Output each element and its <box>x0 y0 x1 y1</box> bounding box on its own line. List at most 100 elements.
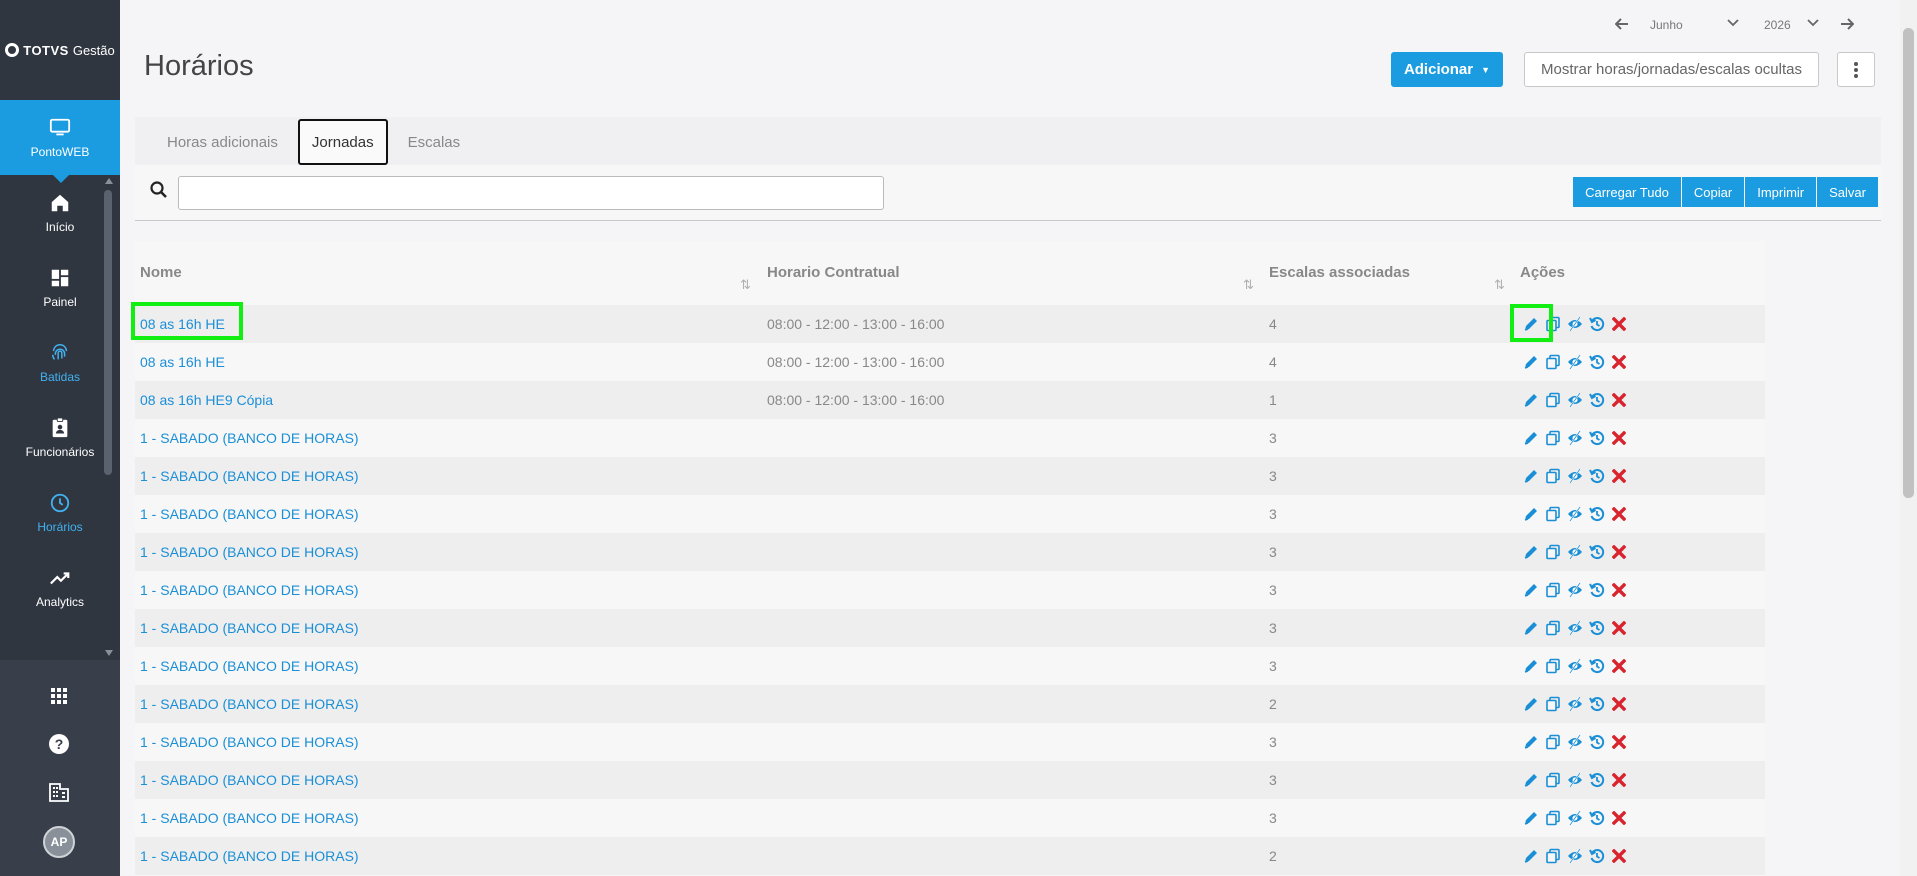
hide-icon[interactable] <box>1566 809 1584 827</box>
history-icon[interactable] <box>1588 581 1606 599</box>
copy-icon[interactable] <box>1544 847 1562 865</box>
sort-icon[interactable]: ⇅ <box>1243 277 1254 293</box>
sidebar-item-funcionarios[interactable]: Funcionários <box>0 400 120 475</box>
copy-icon[interactable] <box>1544 543 1562 561</box>
history-icon[interactable] <box>1588 467 1606 485</box>
copy-icon[interactable] <box>1544 505 1562 523</box>
apps-grid-icon[interactable] <box>48 685 70 707</box>
more-options-button[interactable] <box>1837 52 1875 87</box>
copy-icon[interactable] <box>1544 657 1562 675</box>
hide-icon[interactable] <box>1566 733 1584 751</box>
delete-icon[interactable] <box>1610 809 1628 827</box>
tab-jornadas[interactable]: Jornadas <box>297 119 388 165</box>
edit-icon[interactable] <box>1522 809 1540 827</box>
jornada-name-link[interactable]: 1 - SABADO (BANCO DE HORAS) <box>140 723 359 761</box>
history-icon[interactable] <box>1588 771 1606 789</box>
history-icon[interactable] <box>1588 429 1606 447</box>
next-month-arrow-icon[interactable] <box>1840 18 1854 30</box>
jornada-name-link[interactable]: 1 - SABADO (BANCO DE HORAS) <box>140 609 359 647</box>
edit-icon[interactable] <box>1522 771 1540 789</box>
copy-icon[interactable] <box>1544 353 1562 371</box>
delete-icon[interactable] <box>1610 619 1628 637</box>
hide-icon[interactable] <box>1566 429 1584 447</box>
column-header-nome[interactable]: Nome <box>140 264 182 281</box>
copy-icon[interactable] <box>1544 429 1562 447</box>
history-icon[interactable] <box>1588 695 1606 713</box>
history-icon[interactable] <box>1588 733 1606 751</box>
delete-icon[interactable] <box>1610 543 1628 561</box>
hide-icon[interactable] <box>1566 391 1584 409</box>
hide-icon[interactable] <box>1566 695 1584 713</box>
sort-icon[interactable]: ⇅ <box>1494 277 1505 293</box>
hide-icon[interactable] <box>1566 467 1584 485</box>
month-select[interactable]: Junho <box>1650 18 1683 32</box>
print-button[interactable]: Imprimir <box>1745 177 1817 207</box>
sidebar-scroll-down-icon[interactable] <box>105 650 113 656</box>
sidebar-item-pontoweb[interactable]: PontoWEB <box>0 100 120 183</box>
delete-icon[interactable] <box>1610 391 1628 409</box>
column-header-escalas[interactable]: Escalas associadas <box>1269 264 1410 281</box>
history-icon[interactable] <box>1588 353 1606 371</box>
edit-icon[interactable] <box>1522 695 1540 713</box>
jornada-name-link[interactable]: 08 as 16h HE <box>140 343 225 381</box>
sort-asc-icon[interactable]: ⇅ <box>740 277 751 293</box>
edit-icon[interactable] <box>1522 543 1540 561</box>
jornada-name-link[interactable]: 1 - SABADO (BANCO DE HORAS) <box>140 571 359 609</box>
history-icon[interactable] <box>1588 847 1606 865</box>
hide-icon[interactable] <box>1566 543 1584 561</box>
save-button[interactable]: Salvar <box>1817 177 1878 207</box>
edit-icon[interactable] <box>1522 581 1540 599</box>
copy-icon[interactable] <box>1544 581 1562 599</box>
sidebar-item-batidas[interactable]: Batidas <box>0 325 120 400</box>
delete-icon[interactable] <box>1610 429 1628 447</box>
history-icon[interactable] <box>1588 619 1606 637</box>
edit-icon[interactable] <box>1522 619 1540 637</box>
column-header-horario[interactable]: Horario Contratual <box>767 264 900 281</box>
sidebar-scrollbar[interactable] <box>104 190 112 475</box>
sidebar-item-inicio[interactable]: Início <box>0 175 120 250</box>
edit-icon[interactable] <box>1522 657 1540 675</box>
edit-icon[interactable] <box>1522 391 1540 409</box>
jornada-name-link[interactable]: 1 - SABADO (BANCO DE HORAS) <box>140 761 359 799</box>
edit-icon[interactable] <box>1522 505 1540 523</box>
copy-icon[interactable] <box>1544 619 1562 637</box>
copy-icon[interactable] <box>1544 391 1562 409</box>
page-scrollbar[interactable] <box>1900 0 1917 876</box>
delete-icon[interactable] <box>1610 315 1628 333</box>
delete-icon[interactable] <box>1610 771 1628 789</box>
year-dropdown-chevron-icon[interactable] <box>1806 18 1820 28</box>
add-button[interactable]: Adicionar ▼ <box>1391 52 1503 87</box>
jornada-name-link[interactable]: 1 - SABADO (BANCO DE HORAS) <box>140 685 359 723</box>
edit-icon[interactable] <box>1522 353 1540 371</box>
delete-icon[interactable] <box>1610 695 1628 713</box>
edit-icon[interactable] <box>1522 847 1540 865</box>
hide-icon[interactable] <box>1566 505 1584 523</box>
history-icon[interactable] <box>1588 315 1606 333</box>
edit-icon[interactable] <box>1522 467 1540 485</box>
delete-icon[interactable] <box>1610 505 1628 523</box>
jornada-name-link[interactable]: 1 - SABADO (BANCO DE HORAS) <box>140 837 359 875</box>
page-scrollbar-thumb[interactable] <box>1903 28 1914 498</box>
search-input[interactable] <box>178 176 884 210</box>
copy-icon[interactable] <box>1544 695 1562 713</box>
year-select[interactable]: 2026 <box>1764 18 1791 32</box>
delete-icon[interactable] <box>1610 353 1628 371</box>
delete-icon[interactable] <box>1610 581 1628 599</box>
copy-icon[interactable] <box>1544 771 1562 789</box>
prev-month-arrow-icon[interactable] <box>1615 18 1629 30</box>
history-icon[interactable] <box>1588 809 1606 827</box>
show-hidden-button[interactable]: Mostrar horas/jornadas/escalas ocultas <box>1524 52 1819 87</box>
jornada-name-link[interactable]: 1 - SABADO (BANCO DE HORAS) <box>140 799 359 837</box>
delete-icon[interactable] <box>1610 733 1628 751</box>
hide-icon[interactable] <box>1566 581 1584 599</box>
history-icon[interactable] <box>1588 657 1606 675</box>
copy-button[interactable]: Copiar <box>1681 177 1745 207</box>
jornada-name-link[interactable]: 1 - SABADO (BANCO DE HORAS) <box>140 533 359 571</box>
jornada-name-link[interactable]: 08 as 16h HE9 Cópia <box>140 381 273 419</box>
help-icon[interactable]: ? <box>48 733 70 755</box>
copy-icon[interactable] <box>1544 809 1562 827</box>
delete-icon[interactable] <box>1610 467 1628 485</box>
hide-icon[interactable] <box>1566 315 1584 333</box>
copy-icon[interactable] <box>1544 733 1562 751</box>
sidebar-item-painel[interactable]: Painel <box>0 250 120 325</box>
